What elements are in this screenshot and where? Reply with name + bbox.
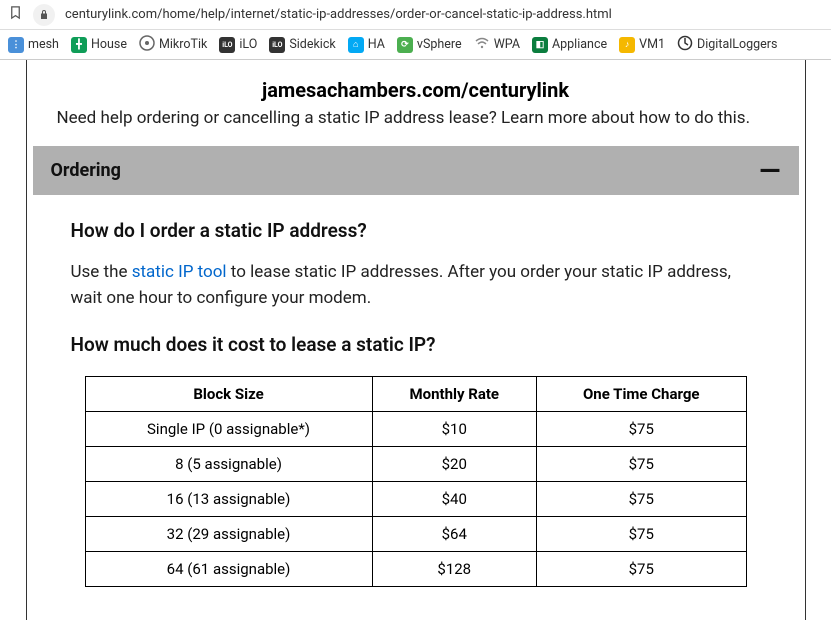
cell: $75 (536, 447, 746, 482)
col-one-time-charge: One Time Charge (536, 377, 746, 412)
bookmark-mikrotik[interactable]: MikroTik (139, 35, 207, 55)
bookmark-label: DigitalLoggers (697, 37, 777, 52)
table-header-row: Block Size Monthly Rate One Time Charge (85, 377, 746, 412)
address-bar: centurylink.com/home/help/internet/stati… (0, 0, 831, 30)
cell: $75 (536, 552, 746, 587)
cell: $10 (372, 412, 536, 447)
bookmark-icon[interactable] (8, 5, 23, 24)
bookmark-vm1[interactable]: ♪VM1 (619, 37, 665, 53)
table-row: Single IP (0 assignable*) $10 $75 (85, 412, 746, 447)
bookmark-label: vSphere (417, 37, 462, 52)
bookmark-label: mesh (28, 37, 59, 52)
cell: $75 (536, 482, 746, 517)
digital-icon (677, 35, 693, 55)
order-paragraph: Use the static IP tool to lease static I… (71, 260, 761, 311)
bookmark-ilo[interactable]: iLOiLO (219, 37, 257, 53)
cell: 8 (5 assignable) (85, 447, 372, 482)
bookmark-ha[interactable]: ⌂HA (348, 37, 385, 53)
bookmark-wpa[interactable]: WPA (474, 35, 520, 55)
lead-text: Need help ordering or cancelling a stati… (55, 108, 777, 128)
cell: $128 (372, 552, 536, 587)
table-row: 64 (61 assignable) $128 $75 (85, 552, 746, 587)
accordion-title: Ordering (51, 160, 121, 181)
table-row: 32 (29 assignable) $64 $75 (85, 517, 746, 552)
url-text[interactable]: centurylink.com/home/help/internet/stati… (65, 7, 612, 22)
cell: 32 (29 assignable) (85, 517, 372, 552)
collapse-icon: — (759, 164, 780, 178)
bookmark-label: WPA (494, 37, 520, 52)
bookmark-sidekick[interactable]: iLOSidekick (269, 37, 335, 53)
lock-icon[interactable] (33, 4, 55, 26)
bookmarks-bar: ⋮mesh ╋House MikroTik iLOiLO iLOSidekick… (0, 30, 831, 60)
accordion-ordering[interactable]: Ordering — (33, 146, 799, 195)
bookmark-vsphere[interactable]: ⟳vSphere (397, 37, 462, 53)
bookmark-label: Appliance (552, 37, 607, 52)
bookmark-label: HA (368, 37, 385, 52)
mikrotik-icon (139, 35, 155, 55)
col-monthly-rate: Monthly Rate (372, 377, 536, 412)
bookmark-label: MikroTik (159, 37, 207, 52)
table-row: 16 (13 assignable) $40 $75 (85, 482, 746, 517)
bookmark-label: Sidekick (289, 37, 335, 52)
bookmark-label: VM1 (639, 37, 665, 52)
question-cost: How much does it cost to lease a static … (71, 333, 761, 356)
cell: $75 (536, 412, 746, 447)
cell: $20 (372, 447, 536, 482)
table-row: 8 (5 assignable) $20 $75 (85, 447, 746, 482)
para-prefix: Use the (71, 262, 132, 282)
bookmark-digitalloggers[interactable]: DigitalLoggers (677, 35, 777, 55)
cell: $64 (372, 517, 536, 552)
cell: 16 (13 assignable) (85, 482, 372, 517)
static-ip-tool-link[interactable]: static IP tool (132, 262, 227, 282)
bookmark-house[interactable]: ╋House (71, 37, 127, 53)
question-how-order: How do I order a static IP address? (71, 219, 761, 242)
bookmark-appliance[interactable]: ◧Appliance (532, 37, 607, 53)
pricing-table: Block Size Monthly Rate One Time Charge … (85, 376, 747, 587)
cell: Single IP (0 assignable*) (85, 412, 372, 447)
bookmark-label: House (91, 37, 127, 52)
bookmark-label: iLO (239, 37, 257, 52)
cell: $75 (536, 517, 746, 552)
watermark-text: jamesachambers.com/centurylink (55, 78, 777, 102)
cell: $40 (372, 482, 536, 517)
col-block-size: Block Size (85, 377, 372, 412)
cell: 64 (61 assignable) (85, 552, 372, 587)
bookmark-mesh[interactable]: ⋮mesh (8, 37, 59, 53)
page-content: jamesachambers.com/centurylink Need help… (26, 60, 806, 620)
wifi-icon (474, 35, 490, 55)
